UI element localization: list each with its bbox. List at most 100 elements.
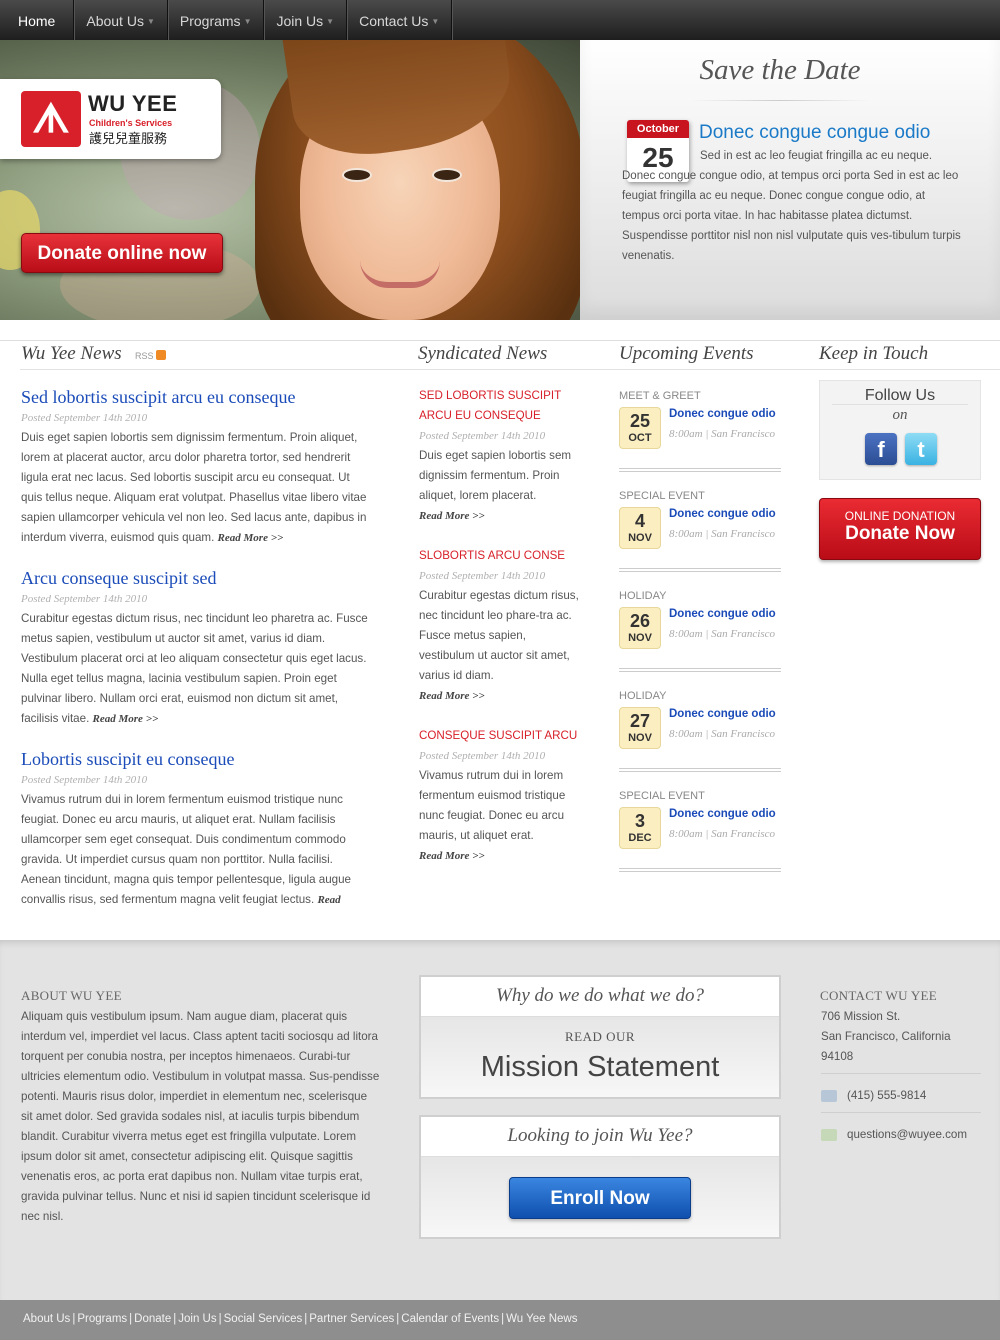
event-meta: 8:00am | San Francisco — [669, 428, 775, 440]
about-heading: ABOUT WU YEE — [21, 988, 122, 1003]
calendar-month: October — [627, 120, 689, 138]
news-title[interactable]: Lobortis suscipit eu conseque — [21, 748, 371, 770]
event-meta: 8:00am | San Francisco — [669, 728, 775, 740]
posted-date: Posted September 14th 2010 — [419, 570, 546, 582]
mission-promo[interactable]: Why do we do what we do? READ OUR Missio… — [419, 975, 781, 1099]
news-text: Vivamus rutrum dui in lorem fermentum eu… — [21, 793, 352, 906]
event-place: San Francisco — [711, 428, 775, 440]
bottom-links: About Us | Programs | Donate | Join Us | Social … — [23, 1313, 577, 1325]
read-more-link[interactable]: Read More >> — [419, 506, 579, 526]
footer-link-news[interactable]: Wu Yee News — [506, 1313, 577, 1325]
event-name[interactable]: Donec congue odio — [669, 708, 776, 720]
divider — [0, 340, 1000, 341]
news-heading: Wu Yee News — [21, 343, 122, 364]
event-name[interactable]: Donec congue odio — [669, 608, 776, 620]
divider — [619, 568, 781, 572]
logo-title: WU YEE — [88, 91, 178, 116]
news-body: Duis eget sapien lobortis sem dignissim … — [21, 428, 371, 548]
divider — [20, 369, 1000, 370]
facebook-icon[interactable]: f — [865, 433, 897, 465]
event-name[interactable]: Donec congue odio — [669, 508, 776, 520]
footer-link-partner[interactable]: Partner Services — [309, 1313, 394, 1325]
syndicated-body: Curabitur egestas dictum risus, nec tinc… — [419, 589, 579, 682]
mission-statement-link[interactable]: Mission Statement — [421, 1051, 779, 1084]
donate-now-button[interactable]: ONLINE DONATION Donate Now — [819, 498, 981, 560]
event-type: SPECIAL EVENT — [619, 790, 705, 802]
event-date-badge: 27 NOV — [619, 707, 661, 749]
event-time: 8:00am — [669, 428, 703, 440]
read-more-link[interactable]: Read More >> — [93, 713, 159, 725]
read-more-link[interactable]: Read — [317, 894, 340, 906]
footer-link-programs[interactable]: Programs — [77, 1313, 127, 1325]
event-item: MEET & GREET 25 OCT Donec congue odio 8:… — [619, 386, 781, 486]
event-meta: 8:00am | San Francisco — [669, 828, 775, 840]
event-month: NOV — [628, 532, 652, 544]
mission-promo-title: Why do we do what we do? — [421, 977, 779, 1017]
rss-link[interactable]: RSS — [135, 350, 166, 361]
footer-link-calendar[interactable]: Calendar of Events — [401, 1313, 499, 1325]
event-name[interactable]: Donec congue odio — [669, 408, 776, 420]
event-date-badge: 26 NOV — [619, 607, 661, 649]
posted-date: Posted September 14th 2010 — [21, 412, 148, 424]
footer-link-about[interactable]: About Us — [23, 1313, 70, 1325]
news-title[interactable]: Arcu conseque suscipit sed — [21, 567, 371, 589]
separator: | — [218, 1313, 222, 1325]
separator: | — [72, 1313, 76, 1325]
footer-link-social[interactable]: Social Services — [224, 1313, 303, 1325]
event-place: San Francisco — [711, 728, 775, 740]
email-link[interactable]: questions@wuyee.com — [847, 1128, 967, 1141]
event-place: San Francisco — [711, 628, 775, 640]
nav-label: Join Us — [276, 13, 324, 29]
nav-item-about[interactable]: About Us ▼ — [74, 0, 168, 40]
nav-item-join[interactable]: Join Us ▼ — [264, 0, 348, 40]
nav-label: Home — [18, 13, 56, 29]
join-promo: Looking to join Wu Yee? Enroll Now — [419, 1115, 781, 1239]
event-item: HOLIDAY 27 NOV Donec congue odio 8:00am … — [619, 686, 781, 786]
event-name[interactable]: Donec congue odio — [669, 808, 776, 820]
chevron-down-icon: ▼ — [243, 17, 252, 26]
logo-subtitle: Children's Services — [89, 118, 173, 128]
read-more-link[interactable]: Read More >> — [419, 686, 579, 706]
footer-link-donate[interactable]: Donate — [134, 1313, 171, 1325]
save-the-date-heading[interactable]: Donec congue congue odio — [699, 122, 930, 144]
syndicated-title[interactable]: SLOBORTIS ARCU CONSE — [419, 546, 579, 566]
donate-now-big-label: Donate Now — [845, 523, 955, 544]
join-promo-title: Looking to join Wu Yee? — [421, 1117, 779, 1157]
read-our-label: READ OUR — [564, 1029, 636, 1044]
read-more-link[interactable]: Read More >> — [218, 532, 284, 544]
syndicated-item: SED LOBORTIS SUSCIPIT ARCU EU CONSEQUE P… — [419, 386, 579, 526]
read-more-link[interactable]: Read More >> — [419, 846, 579, 866]
save-the-date-title: Save the Date — [699, 54, 861, 86]
news-title[interactable]: Sed lobortis suscipit arcu eu conseque — [21, 386, 371, 408]
syndicated-body: Vivamus rutrum dui in lorem fermentum eu… — [419, 769, 566, 842]
news-item: Lobortis suscipit eu conseque Posted Sep… — [21, 748, 371, 910]
nav-item-contact[interactable]: Contact Us ▼ — [347, 0, 453, 40]
events-list: MEET & GREET 25 OCT Donec congue odio 8:… — [619, 386, 781, 886]
syndicated-item: SLOBORTIS ARCU CONSE Posted September 14… — [419, 546, 579, 706]
phone-number: (415) 555-9814 — [847, 1089, 927, 1102]
divider — [821, 1112, 981, 1113]
nav-item-programs[interactable]: Programs ▼ — [168, 0, 265, 40]
posted-date: Posted September 14th 2010 — [419, 750, 546, 762]
event-meta: 8:00am | San Francisco — [669, 628, 775, 640]
logo[interactable]: ᗑ WU YEE Children's Services 護兒兒童服務 — [0, 79, 221, 159]
footer-link-join[interactable]: Join Us — [178, 1313, 216, 1325]
follow-us-title: Follow Us — [864, 387, 936, 404]
divider — [821, 1073, 981, 1074]
news-list: Sed lobortis suscipit arcu eu conseque P… — [21, 386, 371, 929]
donate-online-button[interactable]: Donate online now — [21, 233, 223, 273]
event-day: 25 — [629, 411, 651, 431]
news-body: Vivamus rutrum dui in lorem fermentum eu… — [21, 790, 371, 910]
syndicated-title[interactable]: SED LOBORTIS SUSCIPIT ARCU EU CONSEQUE — [419, 386, 579, 426]
touch-heading: Keep in Touch — [819, 343, 929, 364]
divider — [690, 100, 870, 101]
enroll-now-button[interactable]: Enroll Now — [509, 1177, 691, 1219]
chevron-down-icon: ▼ — [431, 17, 440, 26]
contact-info: 706 Mission St. San Francisco, Californi… — [821, 1007, 981, 1145]
chevron-down-icon: ▼ — [146, 17, 155, 26]
syndicated-title[interactable]: CONSEQUE SUSCIPIT ARCU — [419, 726, 579, 746]
event-time: 8:00am — [669, 528, 703, 540]
twitter-icon[interactable]: t — [905, 433, 937, 465]
nav-item-home[interactable]: Home — [0, 0, 75, 40]
mail-icon — [821, 1129, 837, 1141]
